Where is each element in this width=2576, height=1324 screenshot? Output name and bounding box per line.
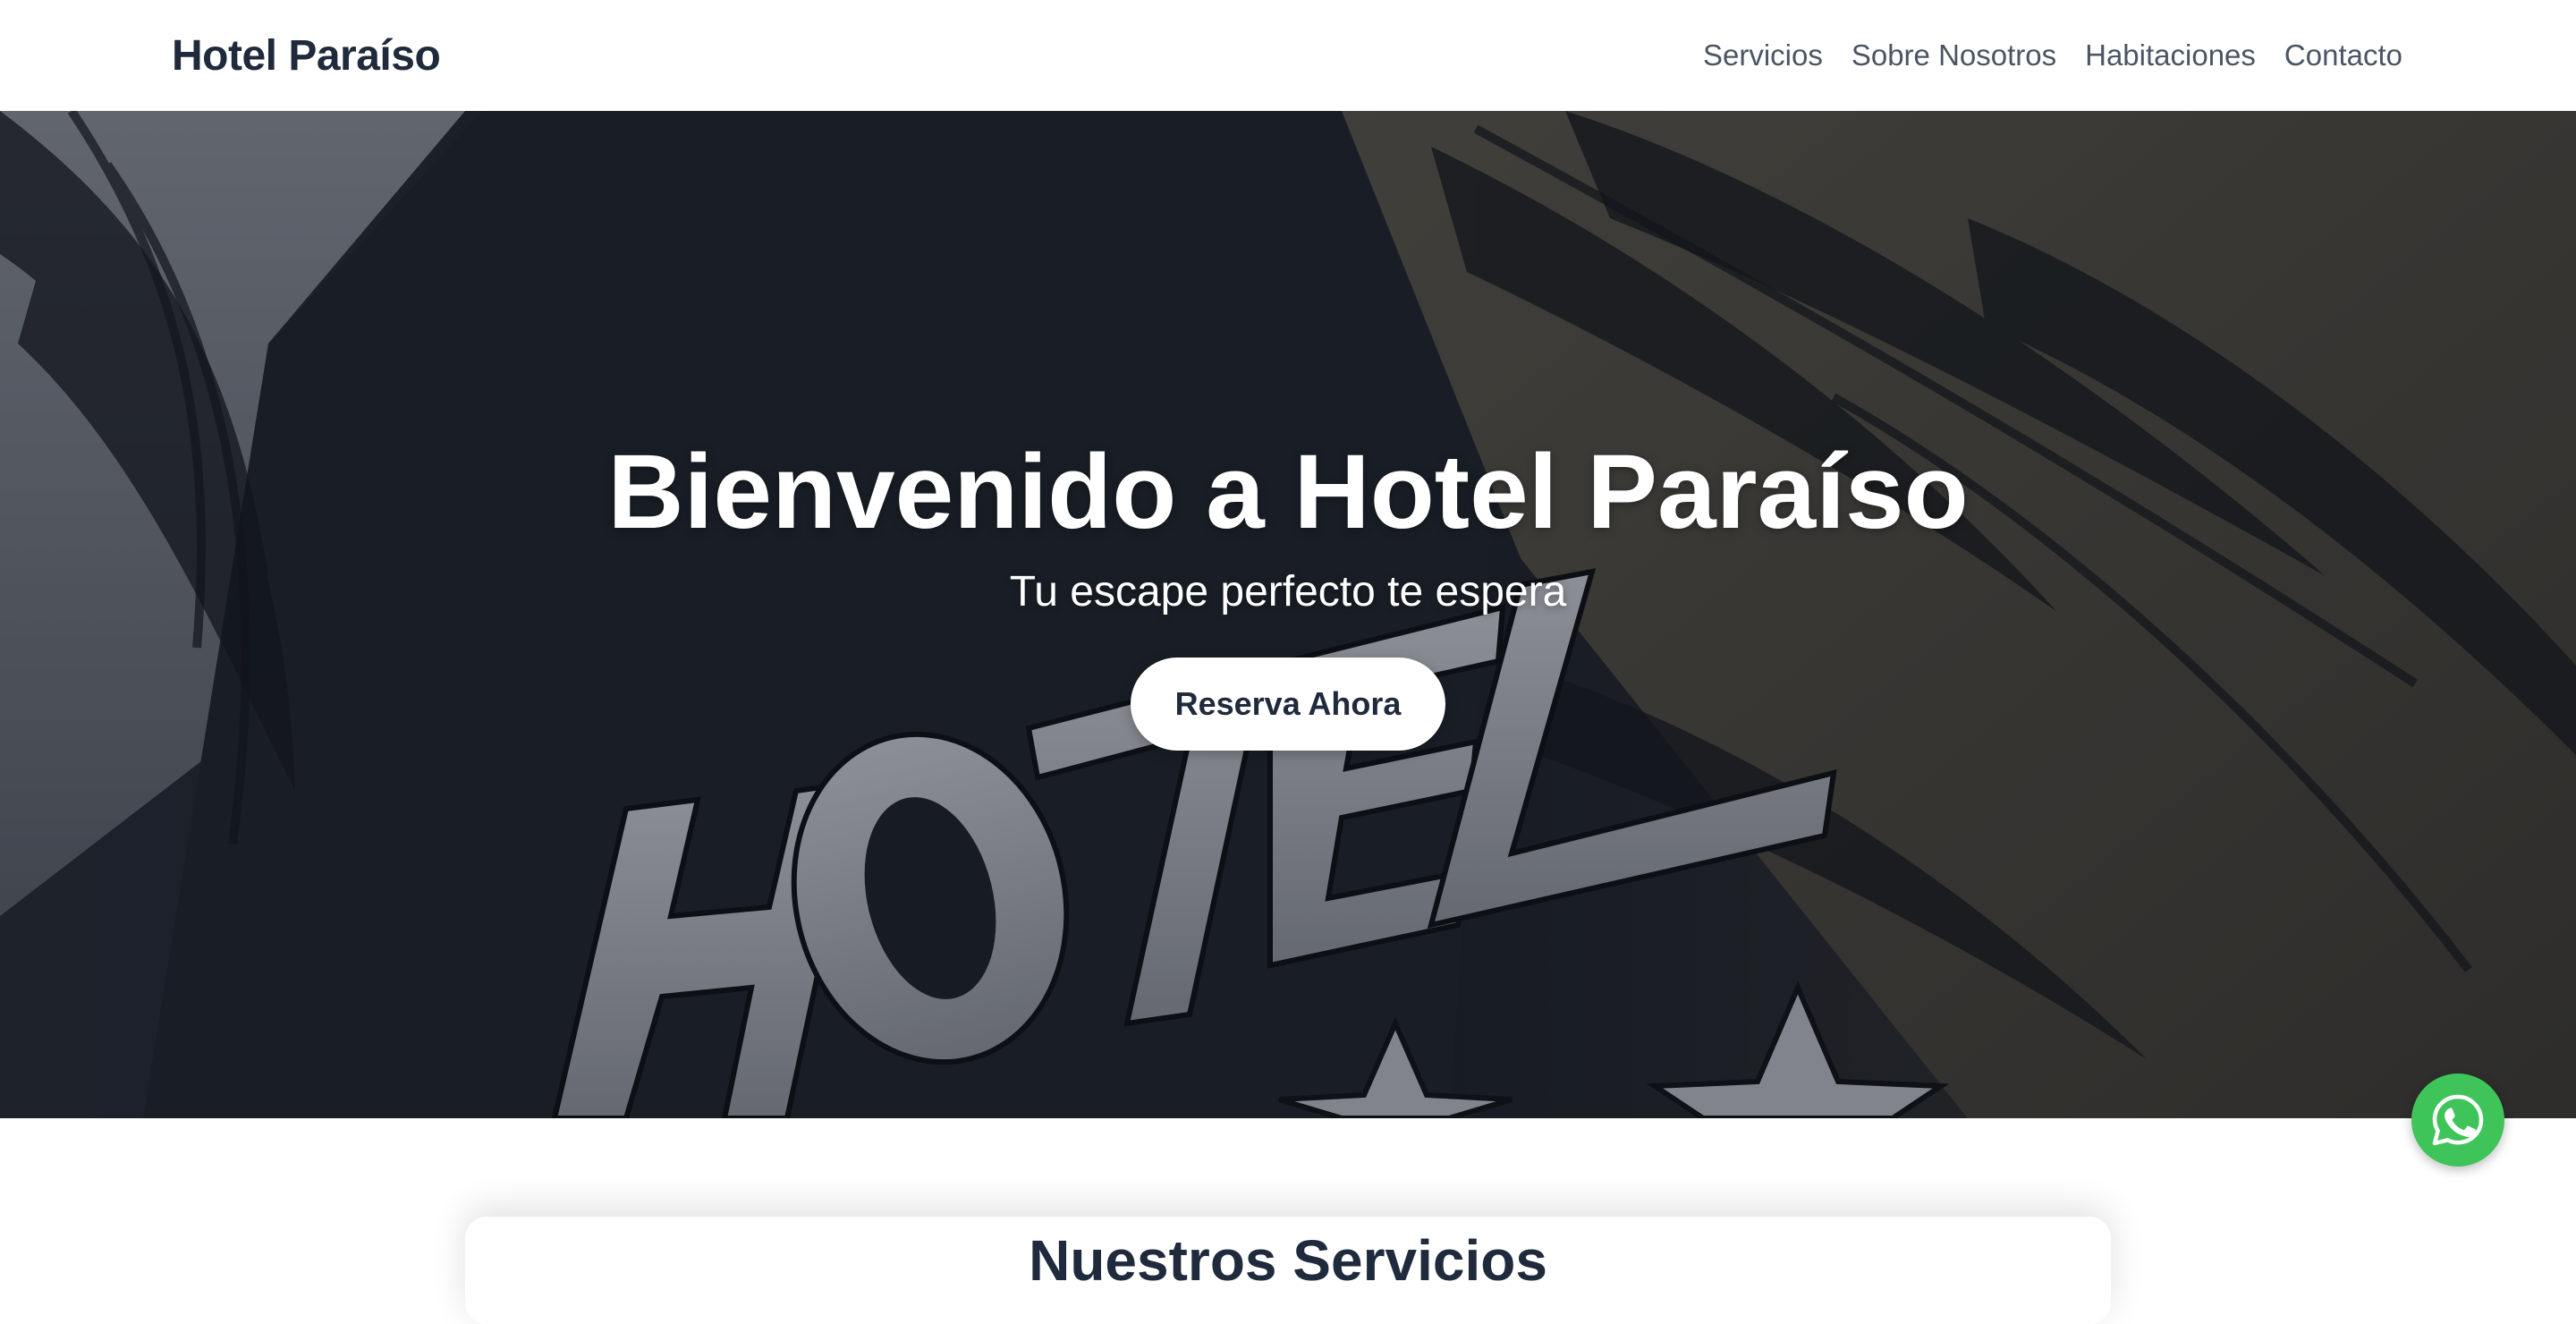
services-heading: Nuestros Servicios (1029, 1228, 1547, 1293)
hero-section: Bienvenido a Hotel Paraíso Tu escape per… (0, 111, 2576, 1118)
hero-title: Bienvenido a Hotel Paraíso (607, 433, 1969, 551)
whatsapp-icon (2429, 1091, 2487, 1149)
nav-link-contacto[interactable]: Contacto (2284, 38, 2402, 72)
reserva-ahora-button[interactable]: Reserva Ahora (1131, 657, 1445, 751)
nav-link-habitaciones[interactable]: Habitaciones (2085, 38, 2256, 72)
brand-logo[interactable]: Hotel Paraíso (172, 31, 441, 81)
hero-content: Bienvenido a Hotel Paraíso Tu escape per… (0, 111, 2576, 1118)
nav-link-sobre-nosotros[interactable]: Sobre Nosotros (1852, 38, 2056, 72)
hero-subtitle: Tu escape perfecto te espera (1009, 567, 1567, 615)
whatsapp-button[interactable] (2411, 1074, 2504, 1167)
navbar: Hotel Paraíso Servicios Sobre Nosotros H… (0, 0, 2576, 111)
nav-link-servicios[interactable]: Servicios (1703, 38, 1823, 72)
nav-links: Servicios Sobre Nosotros Habitaciones Co… (1703, 38, 2402, 72)
